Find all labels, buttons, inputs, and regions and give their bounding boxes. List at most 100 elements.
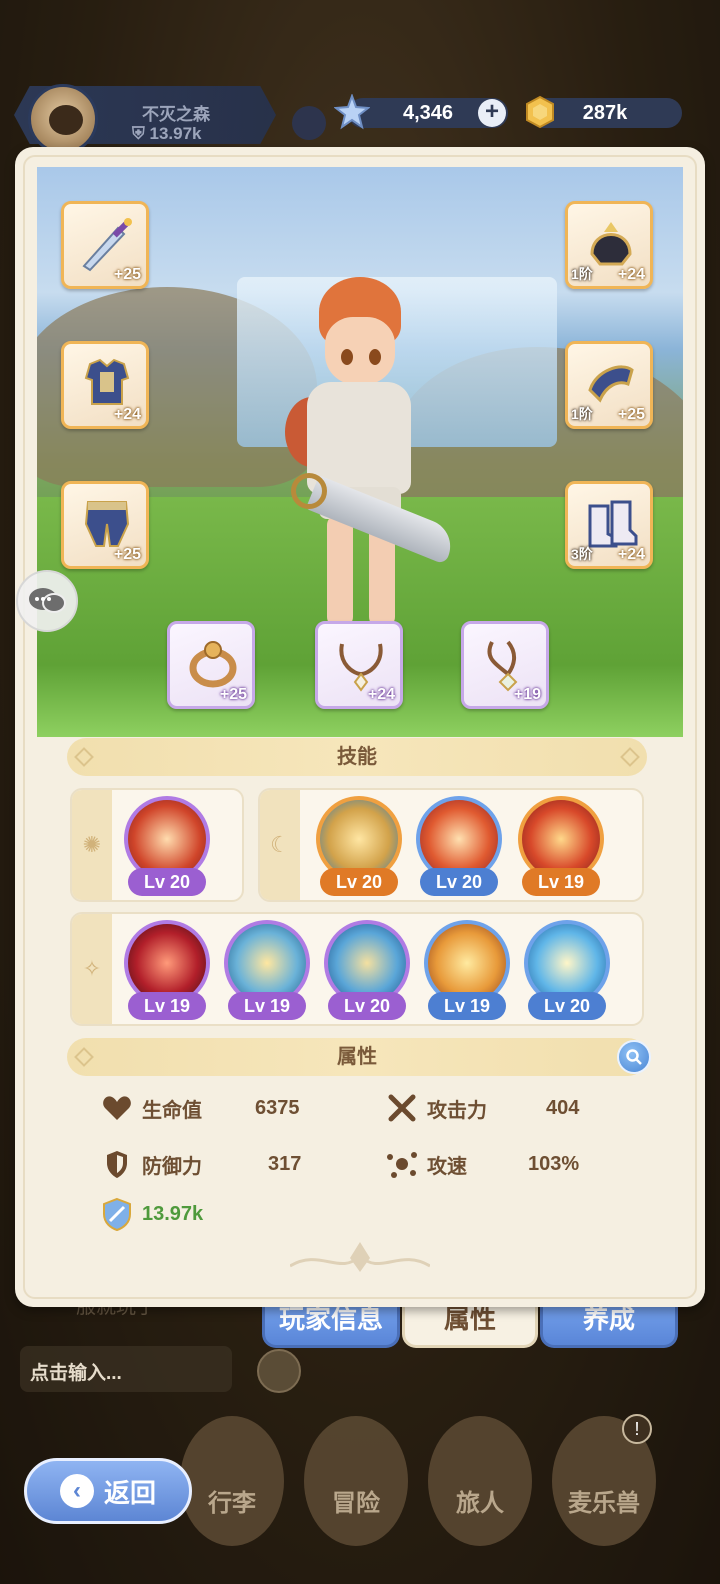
- skill-group-star: ✧ Lv 19 Lv 19 Lv 20 Lv 19 Lv 20: [70, 912, 644, 1026]
- skill-slot[interactable]: Lv 20: [524, 920, 610, 1020]
- skill-level: Lv 20: [328, 992, 406, 1020]
- equip-slot-amulet[interactable]: +19: [461, 621, 549, 709]
- attack-value: 404: [546, 1097, 580, 1119]
- weapon-plus: +25: [113, 266, 141, 283]
- skill-icon: [320, 800, 398, 878]
- skill-level: Lv 20: [528, 992, 606, 1020]
- skill-slot[interactable]: Lv 19: [124, 920, 210, 1020]
- nav-adventure-label: 冒险: [332, 1490, 380, 1517]
- attribute-detail-button[interactable]: [617, 1040, 651, 1074]
- header-diamond-left: [74, 1047, 94, 1067]
- skill-slot[interactable]: Lv 20: [124, 796, 210, 896]
- gold-amount: 287k: [582, 101, 628, 124]
- defense-value: 317: [268, 1153, 302, 1175]
- shield-icon: [100, 1147, 134, 1181]
- skills-header: 技能: [67, 738, 647, 776]
- speed-value: 103%: [528, 1153, 580, 1175]
- equip-slot-weapon[interactable]: +25: [61, 201, 149, 289]
- equip-slot-pants[interactable]: +25: [61, 481, 149, 569]
- amulet-icon: [487, 640, 518, 692]
- ring-icon: [189, 641, 237, 688]
- skill-icon: [428, 924, 506, 1002]
- skills-title: 技能: [337, 746, 377, 768]
- back-button[interactable]: ‹ 返回: [24, 1458, 192, 1524]
- armor-plus: +24: [113, 406, 141, 423]
- pet-icon[interactable]: [292, 106, 326, 140]
- header-diamond-right: [620, 747, 640, 767]
- chat-input[interactable]: 点击输入...: [20, 1346, 232, 1392]
- skill-icon: [522, 800, 600, 878]
- nav-traveler[interactable]: 旅人: [428, 1416, 532, 1546]
- ring-plus: +25: [219, 686, 247, 703]
- skill-group-sun: ✺ Lv 20: [70, 788, 244, 902]
- skill-slot[interactable]: Lv 19: [518, 796, 604, 896]
- armor-icon: [84, 358, 130, 405]
- nav-traveler-label: 旅人: [456, 1490, 504, 1517]
- character-eye-right: [369, 349, 381, 365]
- skill-level: Lv 19: [428, 992, 506, 1020]
- add-stars-button[interactable]: +: [478, 99, 506, 127]
- chat-icon: [29, 588, 66, 613]
- equip-slot-helmet[interactable]: 1阶 +24: [565, 201, 653, 289]
- nav-adventure[interactable]: 冒险: [304, 1416, 408, 1546]
- boots-tier: 3阶: [571, 546, 593, 562]
- player-power-value: 13.97k: [149, 124, 202, 143]
- attributes-header: 属性: [67, 1038, 651, 1076]
- panel-bottom-ornament: [290, 1242, 430, 1272]
- sparkle-icon: ✧: [72, 914, 112, 1024]
- skill-slot[interactable]: Lv 20: [324, 920, 410, 1020]
- chat-bubble-button[interactable]: [16, 570, 78, 632]
- skill-slot[interactable]: Lv 19: [424, 920, 510, 1020]
- helmet-tier: 1阶: [571, 266, 593, 282]
- amulet-plus: +19: [513, 686, 541, 703]
- character-scene: +25 +24 +25 1阶 +24 1阶 +25 3阶 +24 +25 +24…: [37, 167, 683, 737]
- skill-slot[interactable]: Lv 20: [316, 796, 402, 896]
- attributes-title: 属性: [337, 1046, 377, 1068]
- helmet-plus: +24: [617, 266, 645, 283]
- notification-badge: !: [622, 1414, 652, 1444]
- skill-icon: [128, 924, 206, 1002]
- pants-plus: +25: [113, 546, 141, 563]
- back-label: 返回: [103, 1477, 156, 1508]
- character-eye-left: [341, 349, 353, 365]
- necklace-plus: +24: [367, 686, 395, 703]
- star-crystal-icon: [334, 94, 370, 130]
- attack-label: 攻击力: [427, 1099, 487, 1122]
- magnifier-icon: [626, 1049, 642, 1065]
- necklace-icon: [339, 643, 383, 692]
- pants-icon: [84, 501, 130, 547]
- speed-label: 攻速: [427, 1155, 467, 1178]
- gloves-tier: 1阶: [571, 406, 593, 422]
- skill-icon: [528, 924, 606, 1002]
- skill-level: Lv 19: [228, 992, 306, 1020]
- combat-power-icon: [100, 1197, 134, 1231]
- stars-currency: 4,346 +: [334, 94, 508, 130]
- character-model[interactable]: [277, 277, 459, 647]
- skill-level: Lv 20: [320, 868, 398, 896]
- skill-level: Lv 19: [128, 992, 206, 1020]
- equip-slot-armor[interactable]: +24: [61, 341, 149, 429]
- skill-icon: [420, 800, 498, 878]
- gloves-plus: +25: [617, 406, 645, 423]
- skill-group-moon: ☾ Lv 20 Lv 20 Lv 19: [258, 788, 644, 902]
- crossed-swords-icon: [385, 1091, 419, 1125]
- gold-coin-icon: [526, 95, 554, 129]
- moon-icon: ☾: [260, 790, 300, 900]
- stat-combat-power: 13.97k: [100, 1194, 203, 1234]
- avatar[interactable]: [28, 84, 98, 154]
- equip-slot-ring[interactable]: +25: [167, 621, 255, 709]
- combat-power-value: 13.97k: [142, 1202, 204, 1225]
- equip-slot-necklace[interactable]: +24: [315, 621, 403, 709]
- character-panel: +25 +24 +25 1阶 +24 1阶 +25 3阶 +24 +25 +24…: [15, 147, 705, 1307]
- emoji-button[interactable]: [257, 1349, 301, 1393]
- hp-value: 6375: [255, 1097, 300, 1119]
- boots-plus: +24: [617, 546, 645, 563]
- equip-slot-boots[interactable]: 3阶 +24: [565, 481, 653, 569]
- player-power: ⛨ 13.97k: [132, 124, 202, 143]
- skill-slot[interactable]: Lv 20: [416, 796, 502, 896]
- stars-amount: 4,346: [402, 101, 454, 124]
- nav-luggage[interactable]: 行李: [180, 1416, 284, 1546]
- equip-slot-gloves[interactable]: 1阶 +25: [565, 341, 653, 429]
- skill-slot[interactable]: Lv 19: [224, 920, 310, 1020]
- gold-currency: 287k: [526, 95, 682, 129]
